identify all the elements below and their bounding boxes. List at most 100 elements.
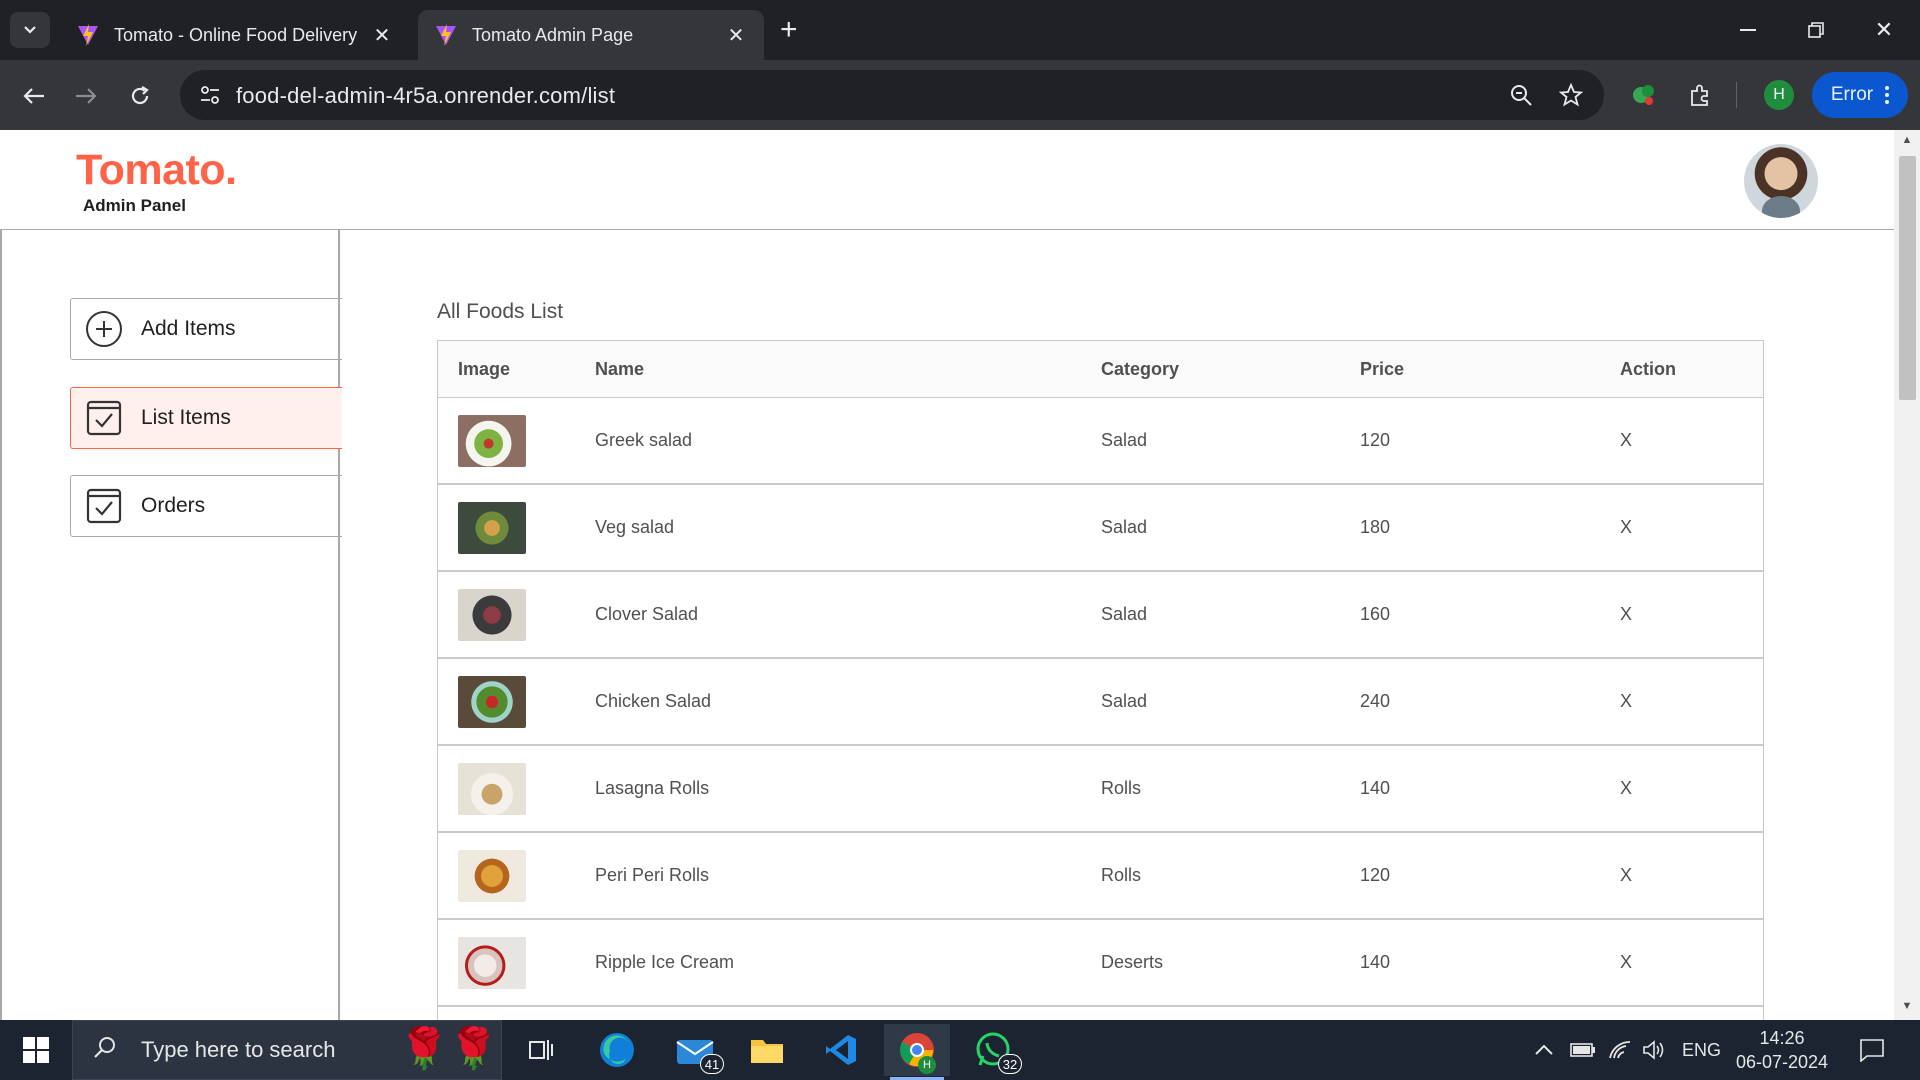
wifi-icon[interactable] — [1608, 1036, 1632, 1064]
food-image — [458, 936, 526, 989]
remove-item-button[interactable]: X — [1620, 604, 1632, 625]
extension-leaf-icon[interactable] — [1626, 78, 1662, 114]
column-header: Name — [595, 358, 645, 379]
mail-icon[interactable]: 41 — [662, 1024, 728, 1076]
remove-item-button[interactable]: X — [1620, 691, 1632, 712]
scroll-up-arrow-icon[interactable]: ▲ — [1894, 134, 1920, 152]
whatsapp-badge: 32 — [998, 1054, 1022, 1074]
url-text: food-del-admin-4r5a.onrender.com/list — [236, 83, 616, 108]
reload-icon[interactable] — [122, 78, 158, 114]
sidebar-item-label: Add Items — [141, 317, 236, 340]
food-category: Salad — [1101, 430, 1148, 450]
food-category: Salad — [1101, 691, 1148, 711]
tab-search-button[interactable] — [10, 12, 50, 48]
minimize-icon[interactable] — [1726, 10, 1770, 50]
food-price: 120 — [1360, 865, 1391, 885]
zoom-icon[interactable] — [1506, 81, 1536, 109]
profile-avatar[interactable]: H — [1764, 80, 1794, 110]
plus-circle-icon — [85, 310, 123, 348]
food-image — [458, 849, 526, 902]
food-category: Rolls — [1101, 778, 1142, 798]
column-header: Category — [1101, 358, 1180, 379]
remove-item-button[interactable]: X — [1620, 778, 1632, 799]
windows-taskbar: Type here to search 🌹🌹 41 H 32 ENG 14:26… — [0, 1020, 1920, 1080]
windows-start-icon[interactable] — [14, 1032, 58, 1068]
bookmark-star-icon[interactable] — [1556, 81, 1586, 109]
table-row: Lasagna Rolls Rolls 140 X — [438, 746, 1763, 833]
search-placeholder: Type here to search — [141, 1037, 336, 1062]
language-indicator[interactable]: ENG — [1682, 1036, 1721, 1064]
tab-close-icon[interactable]: ✕ — [724, 23, 748, 48]
back-arrow-icon[interactable] — [16, 78, 52, 114]
page-title: All Foods List — [437, 300, 564, 323]
food-category: Salad — [1101, 517, 1148, 537]
food-image — [458, 675, 526, 728]
remove-item-button[interactable]: X — [1620, 865, 1632, 886]
close-window-icon[interactable]: ✕ — [1862, 10, 1906, 50]
address-bar[interactable]: food-del-admin-4r5a.onrender.com/list — [180, 70, 1604, 120]
food-category: Deserts — [1101, 952, 1164, 972]
table-row — [438, 1007, 1763, 1020]
task-view-icon[interactable] — [508, 1024, 574, 1076]
food-name: Clover Salad — [595, 604, 699, 624]
volume-icon[interactable] — [1642, 1036, 1666, 1064]
food-image — [458, 414, 526, 467]
sidebar-item-label: Orders — [141, 494, 206, 517]
food-image — [458, 501, 526, 554]
remove-item-button[interactable]: X — [1620, 952, 1632, 973]
new-tab-plus-icon[interactable]: + — [780, 14, 798, 46]
vite-favicon-icon — [78, 24, 98, 46]
column-header: Price — [1360, 358, 1405, 379]
taskbar-clock[interactable]: 14:26 06-07-2024 — [1730, 1026, 1834, 1074]
roses-decoration-icon: 🌹🌹 — [399, 1027, 499, 1071]
notification-center-icon[interactable] — [1855, 1034, 1889, 1066]
vscode-icon[interactable] — [808, 1024, 874, 1076]
vite-favicon-icon — [436, 24, 456, 46]
sidebar-item-orders[interactable]: Orders — [70, 475, 342, 537]
chrome-icon[interactable]: H — [884, 1024, 950, 1080]
column-header: Action — [1620, 358, 1676, 379]
table-row: Ripple Ice Cream Deserts 140 X — [438, 920, 1763, 1007]
site-settings-icon[interactable] — [194, 80, 226, 110]
table-row: Peri Peri Rolls Rolls 120 X — [438, 833, 1763, 920]
scroll-down-arrow-icon[interactable]: ▼ — [1894, 1000, 1920, 1018]
tomato-logo[interactable]: Tomato. — [76, 146, 237, 195]
food-name: Veg salad — [595, 517, 675, 537]
scroll-thumb[interactable] — [1899, 156, 1916, 400]
food-price: 140 — [1360, 952, 1391, 972]
profile-avatar-image[interactable] — [1744, 144, 1818, 218]
edge-icon[interactable] — [584, 1024, 650, 1076]
food-name: Greek salad — [595, 430, 693, 450]
sidebar-item-label: List Items — [141, 406, 231, 429]
tab-admin-page[interactable]: Tomato Admin Page ✕ — [418, 10, 764, 60]
clock-date: 06-07-2024 — [1735, 1052, 1829, 1072]
food-category: Rolls — [1101, 865, 1142, 885]
tab-food-delivery[interactable]: Tomato - Online Food Delivery ✕ — [60, 10, 410, 60]
sidebar-item-list-items[interactable]: List Items — [70, 387, 342, 449]
whatsapp-icon[interactable]: 32 — [960, 1024, 1026, 1076]
chrome-profile-badge: H — [918, 1056, 936, 1074]
battery-icon[interactable] — [1570, 1036, 1596, 1064]
clock-time: 14:26 — [1759, 1028, 1805, 1048]
taskbar-search-box[interactable]: Type here to search 🌹🌹 — [72, 1020, 502, 1080]
restore-icon[interactable] — [1794, 10, 1838, 50]
table-row: Veg salad Salad 180 X — [438, 485, 1763, 572]
food-price: 240 — [1360, 691, 1391, 711]
tab-close-icon[interactable]: ✕ — [370, 23, 394, 48]
error-button[interactable]: Error — [1812, 72, 1908, 118]
forward-arrow-icon[interactable] — [68, 78, 104, 114]
foods-table: Image Name Category Price Action Greek s… — [437, 340, 1764, 1020]
toolbar-divider — [1736, 82, 1737, 108]
food-name: Chicken Salad — [595, 691, 712, 711]
food-name: Peri Peri Rolls — [595, 865, 710, 885]
sidebar-item-add-items[interactable]: Add Items — [70, 298, 342, 360]
food-category: Salad — [1101, 604, 1148, 624]
file-explorer-icon[interactable] — [734, 1024, 800, 1076]
remove-item-button[interactable]: X — [1620, 430, 1632, 451]
page-scrollbar[interactable]: ▲ ▼ — [1894, 130, 1920, 1020]
remove-item-button[interactable]: X — [1620, 517, 1632, 538]
table-row: Clover Salad Salad 160 X — [438, 572, 1763, 659]
food-price: 180 — [1360, 517, 1391, 537]
extensions-puzzle-icon[interactable] — [1682, 78, 1718, 114]
show-hidden-icons-chevron-icon[interactable] — [1534, 1036, 1554, 1064]
